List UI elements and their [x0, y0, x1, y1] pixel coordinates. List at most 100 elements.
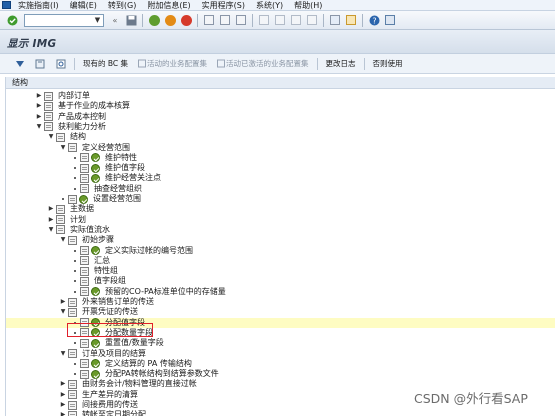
tree-node-label[interactable]: 初始步骤 [82, 235, 114, 245]
tree-node-label[interactable]: 计划 [70, 215, 86, 225]
first-page-icon[interactable] [258, 14, 270, 26]
tree-expand-icon[interactable]: ▶ [36, 92, 42, 100]
tree-node-label[interactable]: 重置值/数量字段 [105, 338, 164, 348]
prev-page-icon[interactable] [274, 14, 286, 26]
documentation-icon[interactable] [44, 101, 53, 111]
tree-node-label[interactable]: 生产差异的清算 [82, 390, 138, 400]
print-icon[interactable] [203, 14, 215, 26]
execute-activity-icon[interactable] [91, 287, 100, 297]
tree-node-label[interactable]: 定义实际过帐的编号范围 [105, 246, 193, 256]
new-session-icon[interactable] [329, 14, 341, 26]
tree-node[interactable]: ▶ 外来销售订单的传送 [6, 297, 555, 307]
menu-system[interactable]: 系统(Y) [251, 0, 289, 11]
documentation-icon[interactable] [80, 184, 89, 194]
documentation-icon[interactable] [68, 349, 77, 358]
tree-node[interactable]: ▶ 基于作业的成本核算 [6, 101, 555, 111]
documentation-icon[interactable] [56, 215, 65, 225]
shortcut-icon[interactable] [345, 14, 357, 26]
active-bc-sets-button[interactable]: 活动的业务配置集 [133, 56, 212, 72]
tree-expand-icon[interactable]: ▶ [48, 205, 54, 213]
tree-node-label[interactable]: 设置经营范围 [93, 194, 141, 204]
documentation-icon[interactable] [68, 410, 77, 416]
documentation-icon[interactable] [80, 287, 89, 297]
tree-node[interactable]: ▼ 初始步骤 [6, 235, 555, 245]
execute-activity-icon[interactable] [91, 173, 100, 183]
command-field[interactable]: ▼ [24, 13, 104, 27]
documentation-icon[interactable] [80, 173, 89, 183]
tree-node[interactable]: ▶ 转帐至定日期分配 [6, 410, 555, 416]
tree-collapse-icon[interactable]: ▼ [48, 133, 54, 141]
exit-icon[interactable] [164, 14, 176, 26]
chevron-down-icon[interactable]: ▼ [92, 15, 103, 26]
tree-node-label[interactable]: 维护经营关注点 [105, 173, 161, 183]
menu-extras[interactable]: 附加信息(E) [142, 0, 196, 11]
tree-node-label[interactable]: 内部订单 [58, 91, 90, 101]
tree-node[interactable]: ▼ 订单及项目的结算 [6, 349, 555, 359]
tree-node[interactable]: 特性组 [6, 266, 555, 276]
documentation-icon[interactable] [56, 225, 65, 235]
tree-node-label[interactable]: 订单及项目的结算 [82, 349, 146, 359]
tree-node-label[interactable]: 定义结算的 PA 传输结构 [105, 359, 192, 369]
documentation-icon[interactable] [44, 122, 53, 132]
where-used-button[interactable]: 否则使用 [368, 56, 408, 72]
cancel-icon[interactable] [180, 14, 192, 26]
tree-node[interactable]: 维护经营关注点 [6, 173, 555, 183]
execute-activity-icon[interactable] [91, 338, 100, 348]
tree-node[interactable]: 抽查经营组织 [6, 184, 555, 194]
documentation-icon[interactable] [68, 194, 77, 204]
documentation-icon[interactable] [68, 307, 77, 317]
activated-bc-sets-button[interactable]: 活动已激活的业务配置集 [212, 56, 314, 72]
tree-collapse-icon[interactable]: ▼ [60, 236, 66, 244]
tree-node[interactable]: ▼ 定义经营范围 [6, 143, 555, 153]
save-icon[interactable] [125, 14, 137, 26]
tree-node-label[interactable]: 定义经营范围 [82, 143, 130, 153]
search-button[interactable] [51, 56, 71, 72]
tree-node-label[interactable]: 产品成本控制 [58, 112, 106, 122]
menu-help[interactable]: 帮助(H) [289, 0, 328, 11]
menu-edit[interactable]: 编辑(E) [65, 0, 103, 11]
execute-activity-icon[interactable] [91, 369, 100, 379]
expand-all-button[interactable] [10, 56, 30, 72]
tree-collapse-icon[interactable]: ▼ [48, 226, 54, 234]
tree-node-label[interactable]: 汇总 [94, 256, 110, 266]
back-icon[interactable] [148, 14, 160, 26]
tree-node-label[interactable]: 抽查经营组织 [94, 184, 142, 194]
tree-node[interactable]: ▶ 产品成本控制 [6, 112, 555, 122]
tree-node[interactable]: ▶ 主数据 [6, 204, 555, 214]
documentation-icon[interactable] [68, 297, 77, 307]
tree-node-label[interactable]: 间接费用的传送 [82, 400, 138, 410]
documentation-icon[interactable] [80, 359, 89, 369]
tree-node-label[interactable]: 维护值字段 [105, 163, 145, 173]
documentation-icon[interactable] [68, 235, 77, 245]
tree-collapse-icon[interactable]: ▼ [60, 350, 66, 358]
tree-node[interactable]: 定义实际过帐的编号范围 [6, 246, 555, 256]
documentation-icon[interactable] [80, 369, 89, 379]
menu-goto[interactable]: 转到(G) [103, 0, 142, 11]
tree-node-label[interactable]: 维护特性 [105, 153, 137, 163]
tree-node-label[interactable]: 外来销售订单的传送 [82, 297, 154, 307]
tree-expand-icon[interactable]: ▶ [36, 102, 42, 110]
layout-icon[interactable] [384, 14, 396, 26]
execute-activity-icon[interactable] [91, 153, 100, 163]
documentation-icon[interactable] [80, 266, 89, 276]
execute-activity-icon[interactable] [91, 163, 100, 173]
tree-collapse-icon[interactable]: ▼ [36, 123, 42, 131]
help-icon[interactable]: ? [368, 14, 380, 26]
tree-node[interactable]: ▶ 计划 [6, 215, 555, 225]
tree-node[interactable]: 维护特性 [6, 153, 555, 163]
menu-implementation-guide[interactable]: 实施指南(I) [13, 0, 65, 11]
tree-expand-icon[interactable]: ▶ [36, 113, 42, 121]
tree-node-label[interactable]: 预留的CO-PA标准单位中的存储量 [105, 287, 226, 297]
tree-node-label[interactable]: 主数据 [70, 204, 94, 214]
tree-node-label[interactable]: 结构 [70, 132, 86, 142]
tree-expand-icon[interactable]: ▶ [60, 411, 66, 416]
existing-bc-sets-button[interactable]: 现有的 BC 集 [78, 56, 133, 72]
menu-utilities[interactable]: 实用程序(S) [197, 0, 251, 11]
find-icon[interactable] [219, 14, 231, 26]
tree-node[interactable]: 维护值字段 [6, 163, 555, 173]
documentation-icon[interactable] [80, 256, 89, 266]
tree-node[interactable]: 预留的CO-PA标准单位中的存储量 [6, 287, 555, 297]
documentation-icon[interactable] [80, 246, 89, 255]
tree-node[interactable]: 分配PA转帐结构到结算参数文件 [6, 369, 555, 379]
tree-node[interactable]: 汇总 [6, 256, 555, 266]
